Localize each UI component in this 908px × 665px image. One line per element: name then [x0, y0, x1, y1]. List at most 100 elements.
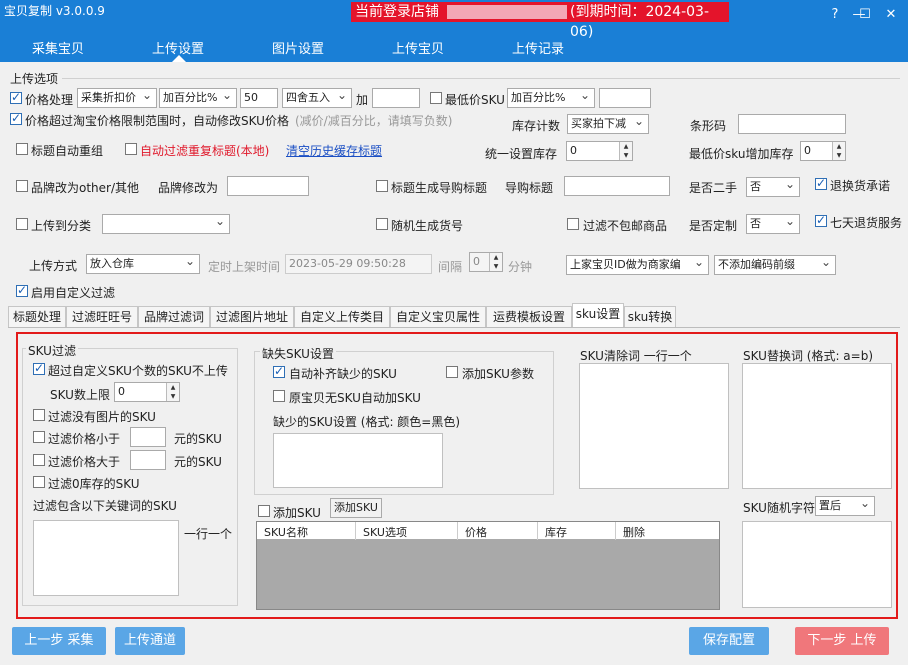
keyword-label: 过滤包含以下关键词的SKU: [33, 499, 177, 513]
missing-sku-textarea[interactable]: [273, 433, 443, 488]
prev-step-button[interactable]: 上一步 采集: [12, 627, 106, 655]
stock-count-select[interactable]: 买家拍下减: [567, 114, 649, 134]
min-sku-stock-spinner[interactable]: 0 ▲ ▼: [800, 141, 846, 161]
maximize-icon[interactable]: ☐: [856, 6, 874, 24]
sku-table[interactable]: SKU名称 SKU选项 价格 库存 删除: [256, 521, 720, 610]
subtab-custom-attributes[interactable]: 自定义宝贝属性: [390, 306, 486, 328]
auto-add-sku-checkbox[interactable]: [273, 390, 285, 402]
auto-regroup-checkbox[interactable]: [16, 143, 28, 155]
spinner-arrows-icon[interactable]: ▲ ▼: [166, 383, 179, 401]
filter-no-free-ship-label: 过滤不包邮商品: [583, 219, 668, 233]
brand-change-label: 品牌修改为: [158, 181, 219, 195]
price-process-checkbox[interactable]: [10, 90, 22, 104]
sku-clean-textarea[interactable]: [579, 363, 729, 489]
price-less-input[interactable]: [130, 427, 166, 447]
filter-no-free-ship-checkbox[interactable]: [567, 218, 579, 230]
price-more-checkbox[interactable]: [33, 454, 45, 466]
price-op-select[interactable]: 加百分比%: [159, 88, 237, 108]
min-sku-stock-label: 最低价sku增加库存: [689, 147, 794, 161]
spinner-arrows-icon[interactable]: ▲ ▼: [619, 142, 632, 160]
upload-category-select[interactable]: [102, 214, 230, 234]
subtab-sku-convert[interactable]: sku转换: [624, 306, 676, 328]
expiry-text: (到期时间：2024-03-06): [570, 4, 710, 40]
zero-stock-checkbox[interactable]: [33, 476, 45, 488]
clear-cache-link[interactable]: 清空历史缓存标题: [286, 142, 382, 159]
nav-tab-image-settings[interactable]: 图片设置: [268, 38, 328, 58]
add-value-input[interactable]: [372, 88, 420, 108]
min-sku-checkbox[interactable]: [430, 92, 442, 104]
custom-filter-label: 启用自定义过滤: [31, 286, 116, 300]
nav-tab-upload-items[interactable]: 上传宝贝: [388, 38, 448, 58]
timed-input[interactable]: 2023-05-29 09:50:28: [285, 254, 432, 274]
subtab-custom-category[interactable]: 自定义上传类目: [294, 306, 390, 328]
custom-filter-checkbox[interactable]: [16, 283, 28, 297]
keyword-textarea[interactable]: [33, 520, 179, 596]
over-limit-label: 价格超过淘宝价格限制范围时，自动修改SKU价格: [25, 114, 289, 128]
sku-replace-textarea[interactable]: [742, 363, 892, 489]
close-icon[interactable]: ✕: [882, 6, 900, 24]
sku-random-select[interactable]: 置后: [815, 496, 875, 516]
auto-filter-dup-checkbox[interactable]: [125, 143, 137, 155]
interval-label: 间隔: [438, 260, 463, 274]
save-config-button[interactable]: 保存配置: [689, 627, 769, 655]
add-sku-param-checkbox[interactable]: [446, 366, 458, 378]
subtab-divider: [8, 327, 900, 328]
rounding-select[interactable]: 四舍五入: [282, 88, 352, 108]
spinner-arrows-icon[interactable]: ▲ ▼: [832, 142, 845, 160]
subtab-shipping-template[interactable]: 运费模板设置: [486, 306, 572, 328]
min-sku-op-select[interactable]: 加百分比%: [507, 88, 595, 108]
stock-count-label: 库存计数: [512, 119, 561, 133]
price-more-input[interactable]: [130, 450, 166, 470]
auto-filter-dup-label: 自动过滤重复标题(本地): [140, 144, 270, 158]
seven-day-checkbox[interactable]: [815, 213, 827, 227]
brand-other-checkbox[interactable]: [16, 180, 28, 192]
active-tab-indicator: [172, 55, 186, 62]
auto-fill-sku-checkbox[interactable]: [273, 364, 285, 378]
sku-limit-value: 0: [118, 385, 125, 398]
barcode-input[interactable]: [738, 114, 846, 134]
second-hand-select[interactable]: 否: [746, 177, 800, 197]
col-delete: 删除: [623, 526, 645, 539]
min-sku-value-input[interactable]: [599, 88, 651, 108]
prefix-select[interactable]: 不添加编码前缀: [714, 255, 836, 275]
custom-select[interactable]: 否: [746, 214, 800, 234]
add-sku-checkbox[interactable]: [258, 505, 270, 517]
subtab-image-url-filter[interactable]: 过滤图片地址: [210, 306, 294, 328]
upload-method-select[interactable]: 放入仓库: [86, 254, 200, 274]
sku-limit-spinner[interactable]: 0 ▲ ▼: [114, 382, 180, 402]
col-price: 价格: [465, 526, 487, 539]
guide-title-checkbox[interactable]: [376, 180, 388, 192]
subtab-brand-filter[interactable]: 品牌过滤词: [138, 306, 210, 328]
no-image-checkbox[interactable]: [33, 409, 45, 421]
price-mode-select[interactable]: 采集折扣价: [77, 88, 157, 108]
upload-category-checkbox[interactable]: [16, 218, 28, 230]
random-sku-no-checkbox[interactable]: [376, 218, 388, 230]
sku-random-textarea[interactable]: [742, 521, 892, 608]
price-less-checkbox[interactable]: [33, 431, 45, 443]
guide-title-input[interactable]: [564, 176, 670, 196]
upload-channel-button[interactable]: 上传通道: [115, 627, 185, 655]
over-count-checkbox[interactable]: [33, 361, 45, 375]
auto-add-sku-label: 原宝贝无SKU自动加SKU: [289, 391, 421, 405]
unify-stock-spinner[interactable]: 0 ▲ ▼: [566, 141, 633, 161]
interval-spinner[interactable]: 0 ▲ ▼: [469, 252, 503, 272]
spinner-arrows-icon[interactable]: ▲ ▼: [489, 253, 502, 271]
shop-label: 当前登录店铺: [355, 4, 439, 20]
over-limit-checkbox[interactable]: [10, 111, 22, 125]
price-less-label: 过滤价格小于: [48, 432, 121, 446]
add-sku-button[interactable]: 添加SKU: [330, 498, 382, 518]
return-promise-checkbox[interactable]: [815, 176, 827, 190]
next-step-button[interactable]: 下一步 上传: [795, 627, 889, 655]
sku-table-header: SKU名称 SKU选项 价格 库存 删除: [257, 522, 719, 540]
shop-name-redacted: [447, 5, 567, 19]
subtab-sku-settings[interactable]: sku设置: [572, 303, 624, 328]
help-icon[interactable]: ?: [826, 6, 844, 24]
brand-input[interactable]: [227, 176, 309, 196]
merchant-code-select[interactable]: 上家宝贝ID做为商家编: [566, 255, 709, 275]
subtab-filter-wangwang[interactable]: 过滤旺旺号: [66, 306, 138, 328]
nav-tab-upload-log[interactable]: 上传记录: [508, 38, 568, 58]
unify-stock-value: 0: [570, 144, 577, 157]
subtab-title-process[interactable]: 标题处理: [8, 306, 66, 328]
nav-tab-collect[interactable]: 采集宝贝: [28, 38, 88, 58]
price-value-input[interactable]: 50: [240, 88, 278, 108]
